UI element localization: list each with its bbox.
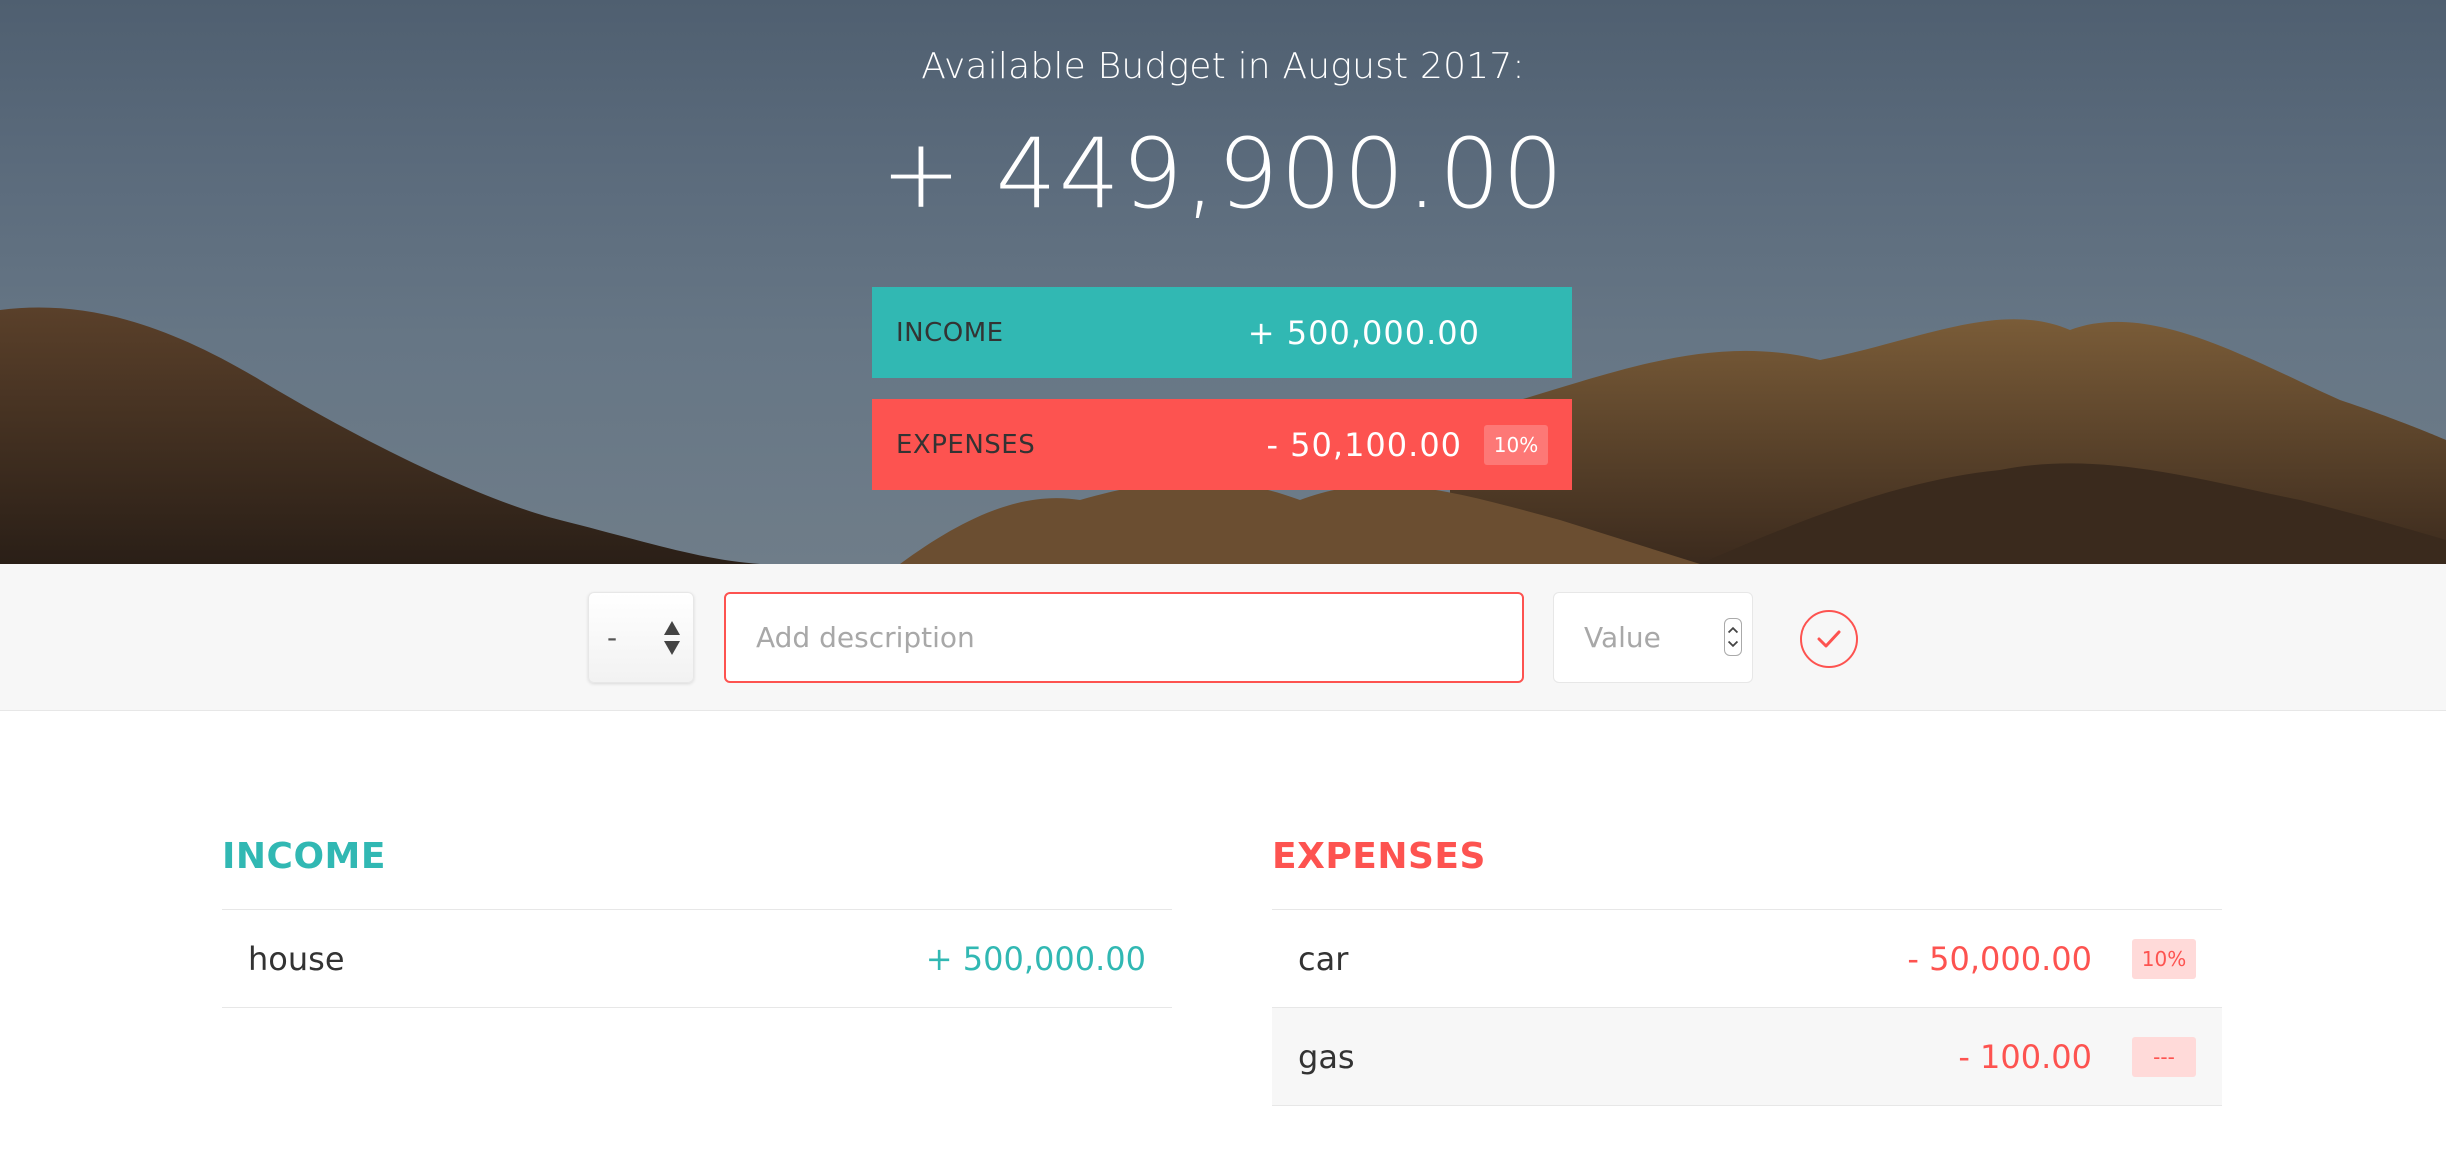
income-summary-label: Income	[896, 317, 1004, 348]
description-input[interactable]	[724, 592, 1524, 683]
item-percentage-badge: 10%	[2132, 938, 2196, 979]
item-description: house	[248, 939, 345, 978]
income-summary: Income + 500,000.00	[872, 287, 1572, 378]
budget-title: Available Budget in August 2017:	[921, 46, 1525, 87]
expenses-list-title: Expenses	[1272, 836, 1486, 877]
add-entry-bar: -	[0, 564, 2446, 711]
value-input[interactable]	[1553, 592, 1753, 683]
list-item[interactable]: gas - 100.00 ---	[1272, 1008, 2222, 1106]
item-percentage-badge: ---	[2132, 1036, 2196, 1077]
budget-hero: Available Budget in August 2017: + 449,9…	[0, 0, 2446, 564]
item-description: car	[1298, 939, 1349, 978]
list-item[interactable]: car - 50,000.00 10%	[1272, 910, 2222, 1008]
expenses-summary-label: Expenses	[896, 429, 1036, 460]
checkmark-circle-icon	[1817, 630, 1841, 648]
up-down-arrows-icon	[664, 621, 680, 655]
expenses-summary: Expenses - 50,100.00 10%	[872, 399, 1572, 490]
income-list: house + 500,000.00	[222, 909, 1172, 1008]
list-item[interactable]: house + 500,000.00	[222, 910, 1172, 1008]
item-value: - 50,000.00	[1907, 939, 2092, 978]
expenses-list: car - 50,000.00 10% gas - 100.00 ---	[1272, 909, 2222, 1106]
add-entry-button[interactable]	[1800, 610, 1858, 668]
expenses-percentage-badge: 10%	[1484, 424, 1548, 465]
type-select-value: -	[607, 621, 618, 654]
item-description: gas	[1298, 1037, 1355, 1076]
income-list-title: Income	[222, 836, 386, 877]
available-budget-value: + 449,900.00	[880, 118, 1566, 230]
expenses-summary-value: - 50,100.00	[1266, 425, 1463, 464]
value-stepper-icon[interactable]	[1724, 618, 1742, 656]
item-value: - 100.00	[1958, 1037, 2092, 1076]
type-select[interactable]: -	[588, 592, 694, 683]
item-value: + 500,000.00	[925, 939, 1146, 978]
income-summary-value: + 500,000.00	[1247, 313, 1480, 352]
